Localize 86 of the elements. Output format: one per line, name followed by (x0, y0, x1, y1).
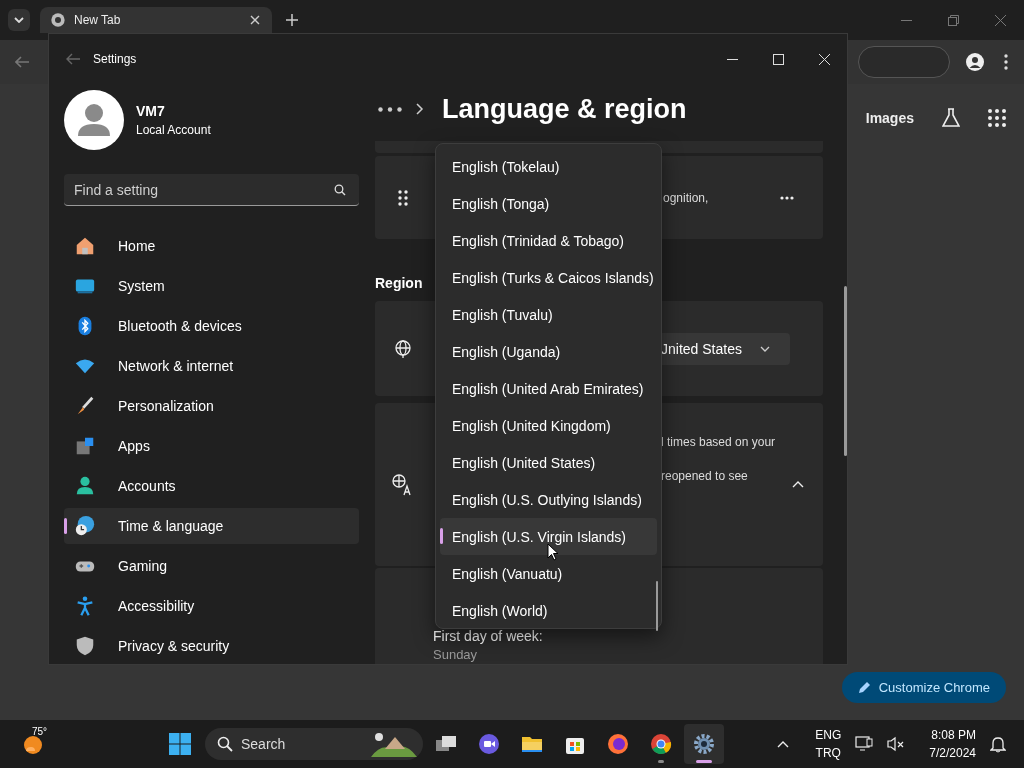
dropdown-option[interactable]: English (Vanuatu) (440, 555, 657, 592)
nav-item[interactable]: System (64, 268, 359, 304)
dropdown-option[interactable]: English (United Arab Emirates) (440, 370, 657, 407)
customize-chrome-button[interactable]: Customize Chrome (841, 672, 1006, 703)
user-name: VM7 (136, 103, 166, 119)
avatar-icon (64, 90, 124, 150)
format-description: reopened to see (661, 468, 749, 485)
chevron-up-icon[interactable] (777, 740, 790, 748)
windows-logo-icon[interactable] (169, 733, 191, 755)
sun-cloud-icon[interactable] (22, 733, 44, 755)
chevron-icon[interactable] (792, 481, 804, 488)
search-icon (334, 184, 346, 196)
plus-icon[interactable] (286, 14, 298, 26)
clock[interactable]: 8:08 PM 7/2/2024 (929, 726, 976, 762)
nav-item[interactable]: Accessibility (64, 588, 359, 624)
video-chat-icon (477, 732, 501, 756)
more-dots-icon[interactable] (780, 195, 794, 200)
dropdown-option[interactable]: English (Tonga) (440, 185, 657, 222)
pencil-icon (857, 681, 871, 694)
profile-icon[interactable] (966, 53, 984, 71)
window-title: Settings (93, 52, 137, 66)
chevron-down-icon (14, 17, 24, 23)
landscape-drawing (371, 731, 417, 757)
chevron-down-icon (759, 345, 770, 352)
scrollbar[interactable] (844, 286, 847, 456)
back-arrow-icon[interactable] (66, 53, 80, 65)
dropdown-option[interactable]: English (United States) (440, 444, 657, 481)
search-label: Search (241, 736, 287, 752)
page-title: Language & region (442, 93, 687, 125)
dropdown-option[interactable]: English (World) (440, 592, 657, 629)
format-description: l times based on your (661, 434, 776, 451)
field-value: Sunday (433, 647, 478, 662)
dropdown-option[interactable]: English (U.S. Virgin Islands) (440, 518, 657, 555)
drag-handle-icon[interactable] (398, 189, 408, 206)
shield-icon (74, 635, 96, 657)
input-language-indicator[interactable]: ENG TRQ (815, 726, 842, 762)
gear-icon (692, 732, 716, 756)
apps-grid-icon[interactable] (988, 109, 1006, 127)
nav-item[interactable]: Accounts (64, 468, 359, 504)
close-icon[interactable] (250, 15, 260, 25)
restore-icon[interactable] (948, 14, 959, 26)
nav-item[interactable]: Time & language (64, 508, 359, 544)
house-icon (74, 235, 96, 257)
mouse-cursor-icon (547, 543, 559, 561)
back-arrow-icon[interactable] (15, 56, 29, 68)
globe-icon (394, 339, 412, 358)
language-description: ognition, (663, 190, 709, 205)
dropdown-option[interactable]: English (Turks & Caicos Islands) (440, 259, 657, 296)
menu-dots-icon[interactable] (1004, 54, 1008, 70)
search-icon (217, 736, 233, 752)
nav-item[interactable]: Personalization (64, 388, 359, 424)
person-icon (74, 475, 96, 497)
dropdown-option[interactable]: English (Trinidad & Tobago) (440, 222, 657, 259)
dropdown-option[interactable]: English (United Kingdom) (440, 407, 657, 444)
nav-item[interactable]: Apps (64, 428, 359, 464)
temperature: 75° (32, 726, 48, 737)
browser-tab[interactable]: New Tab (40, 7, 272, 33)
speaker-muted-icon[interactable] (887, 736, 906, 752)
tab-search-button[interactable] (8, 9, 30, 31)
nav-item[interactable]: Home (64, 228, 359, 264)
images-link[interactable]: Images (865, 110, 914, 126)
dropdown-option[interactable]: English (Uganda) (440, 333, 657, 370)
apps-icon (74, 435, 96, 457)
more-dots-icon[interactable] (378, 106, 402, 112)
field-label: First day of week: (433, 628, 543, 645)
tab-title: New Tab (74, 13, 122, 27)
maximize-icon[interactable] (773, 53, 784, 65)
account-type: Local Account (136, 123, 211, 137)
flask-icon[interactable] (942, 108, 960, 128)
dropdown-option[interactable]: English (Tokelau) (440, 148, 657, 185)
nav-item[interactable]: Bluetooth & devices (64, 308, 359, 344)
dropdown-option[interactable]: English (U.S. Outlying Islands) (440, 481, 657, 518)
chevron-right-icon (416, 103, 424, 115)
taskbar-app[interactable] (684, 724, 724, 764)
section-heading: Region (375, 275, 423, 291)
bell-icon[interactable] (990, 735, 1006, 753)
nav-item[interactable]: Gaming (64, 548, 359, 584)
globe-clock-icon (74, 515, 96, 537)
dropdown-option[interactable]: English (Tuvalu) (440, 296, 657, 333)
settings-search-field[interactable]: Find a setting (64, 174, 359, 206)
taskbar-search-field[interactable]: Search (205, 728, 423, 760)
language-icon (392, 473, 414, 496)
nav-item[interactable]: Privacy & security (64, 628, 359, 664)
scrollbar[interactable] (656, 581, 658, 631)
network-icon[interactable] (855, 736, 874, 752)
nav-item[interactable]: Network & internet (64, 348, 359, 384)
